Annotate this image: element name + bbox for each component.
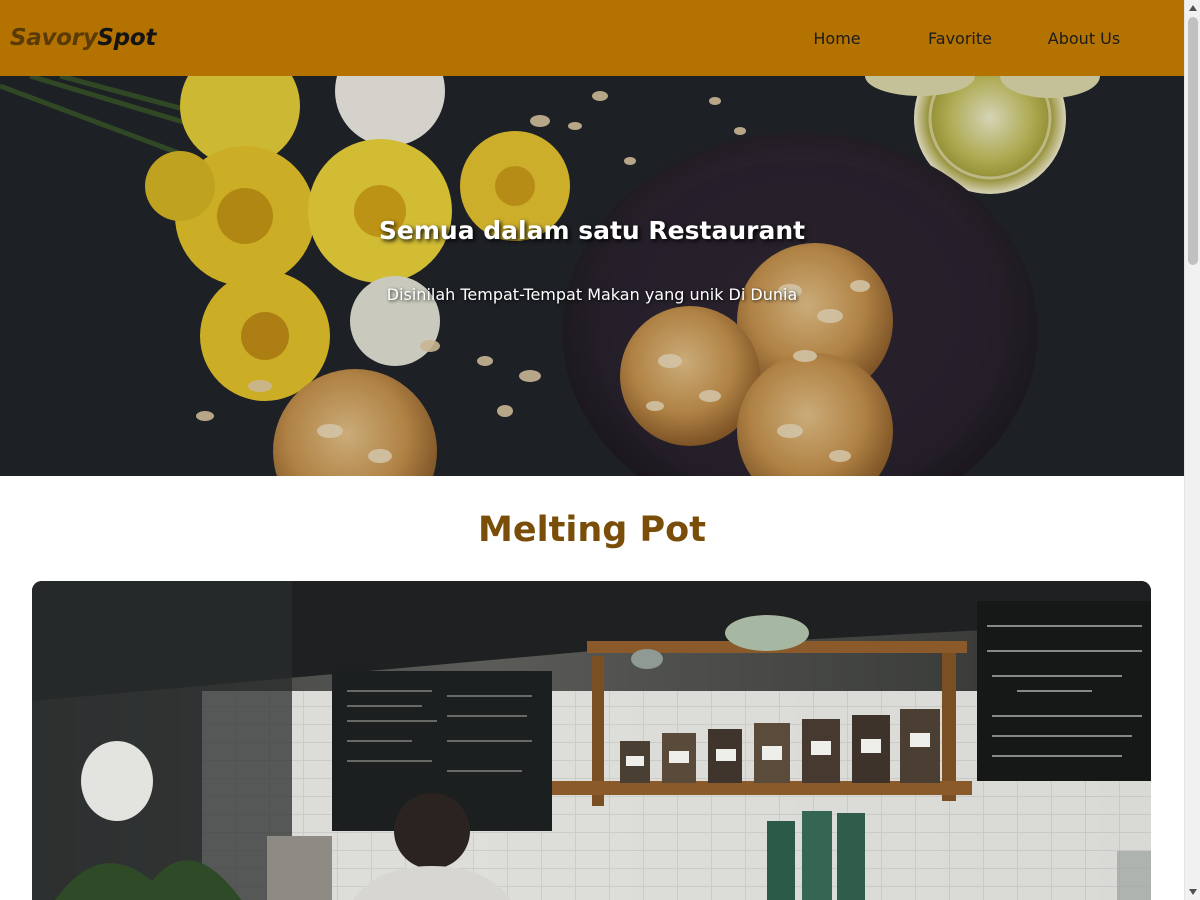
vertical-scrollbar[interactable] [1184, 0, 1200, 900]
hero-subtitle: Disinilah Tempat-Tempat Makan yang unik … [386, 285, 798, 304]
brand-part-savory: Savory [10, 25, 98, 51]
scroll-down-arrow-icon[interactable] [1185, 884, 1200, 900]
restaurant-photo [32, 581, 1151, 900]
restaurant-image-card[interactable] [32, 581, 1151, 900]
nav-link-home[interactable]: Home [782, 29, 892, 48]
nav-link-about-us[interactable]: About Us [1028, 29, 1140, 48]
main-nav: Home Favorite About Us [782, 29, 1140, 48]
navbar: SavorySpot Home Favorite About Us [0, 0, 1184, 76]
page: SavorySpot Home Favorite About Us Semua … [0, 0, 1184, 900]
hero-title: Semua dalam satu Restaurant [378, 216, 806, 245]
hero-banner: Semua dalam satu Restaurant Disinilah Te… [0, 76, 1184, 476]
hero-overlay [0, 76, 1184, 476]
scroll-up-arrow-icon[interactable] [1185, 0, 1200, 16]
restaurant-name: Melting Pot [478, 510, 706, 550]
scroll-thumb[interactable] [1188, 17, 1198, 265]
brand-part-spot: Spot [97, 25, 157, 51]
nav-link-favorite[interactable]: Favorite [892, 29, 1028, 48]
brand-logo[interactable]: SavorySpot [10, 25, 156, 51]
